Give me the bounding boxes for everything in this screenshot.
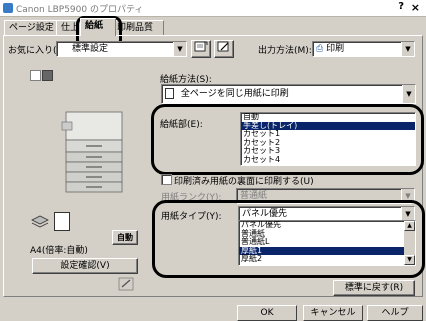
window-title: Canon LBP5900 のプロパティ [16,5,144,15]
add-favorite-icon[interactable] [191,40,211,58]
preview-printer-icon[interactable] [42,70,53,81]
output-method-value: 印刷 [326,44,345,54]
tab-paper-source[interactable]: 給紙 [80,18,116,36]
output-method-select[interactable]: ⎙ 印刷 ▼ [312,41,415,57]
restore-defaults-button[interactable]: 標準に戻す(R) [333,280,415,296]
edit-favorite-icon[interactable] [214,40,234,58]
list-item[interactable]: 厚紙1 [239,246,415,255]
printer-illustration [60,108,130,198]
back-print-select: 普通紙 ▼ [236,188,415,204]
chevron-down-icon: ▼ [402,85,415,103]
title-bar: Canon LBP5900 のプロパティ ? × [0,0,426,17]
paper-stack-icon [30,214,50,230]
favorites-value: 標準設定 [72,44,109,54]
cancel-button[interactable]: キャンセル [303,305,363,321]
printer-app-icon [3,3,13,13]
back-print-sub-label: 用紙ランク(Y): [161,193,222,203]
help-button[interactable]: ヘルプ [367,305,423,321]
page-icon [54,212,70,231]
help-icon[interactable]: ? [398,1,404,12]
list-item[interactable]: カセット4 [241,155,415,165]
list-item[interactable]: パネル優先 [239,221,415,230]
tab-page-setup[interactable]: ページ設定 [4,20,58,35]
paper-type-label: 用紙タイプ(Y): [161,212,222,222]
auto-button[interactable]: 自動 [112,230,138,245]
preview-layout-icon[interactable] [30,70,41,81]
favorites-select[interactable]: 標準設定 ▼ [56,41,187,57]
back-print-checkbox[interactable] [161,174,172,185]
paper-type-scrollbar[interactable]: ▲ ▼ [404,221,415,265]
chevron-down-icon: ▼ [401,42,414,56]
list-item[interactable]: 厚紙2 [239,254,415,264]
paper-source-method-value: 全ページを同じ用紙に印刷 [180,89,289,99]
confirm-settings-button[interactable]: 設定確認(V) [32,258,138,274]
paper-type-list[interactable]: パネル優先 普通紙 普通紙L 厚紙1 厚紙2 ▲ ▼ [238,220,416,266]
list-item[interactable]: 普通紙L [239,237,415,247]
chevron-down-icon: ▼ [173,42,186,56]
paper-source-list[interactable]: 自動 手差し(トレイ) カセット1 カセット2 カセット3 カセット4 [240,112,416,166]
paper-info: A4(倍率:自動) [30,246,88,256]
paper-source-label: 給紙部(E): [160,120,203,130]
back-print-label: 印刷済み用紙の裏面に印刷する(U) [174,177,314,187]
output-method-label: 出力方法(M): [258,46,312,56]
chevron-down-icon: ▼ [401,207,414,221]
paper-source-method-select[interactable]: 全ページを同じ用紙に印刷 ▼ [161,84,416,104]
tab-print-quality[interactable]: 印刷品質 [112,20,164,35]
pencil-icon[interactable] [118,277,134,291]
ok-button[interactable]: OK [237,305,297,321]
scroll-up-icon[interactable]: ▲ [404,221,415,231]
scroll-down-icon[interactable]: ▼ [404,255,415,265]
document-icon [165,88,174,99]
paper-type-value: パネル優先 [242,209,288,219]
back-print-sub-value: 普通紙 [240,191,268,201]
close-icon[interactable]: × [411,1,420,14]
chevron-down-icon: ▼ [401,189,414,203]
